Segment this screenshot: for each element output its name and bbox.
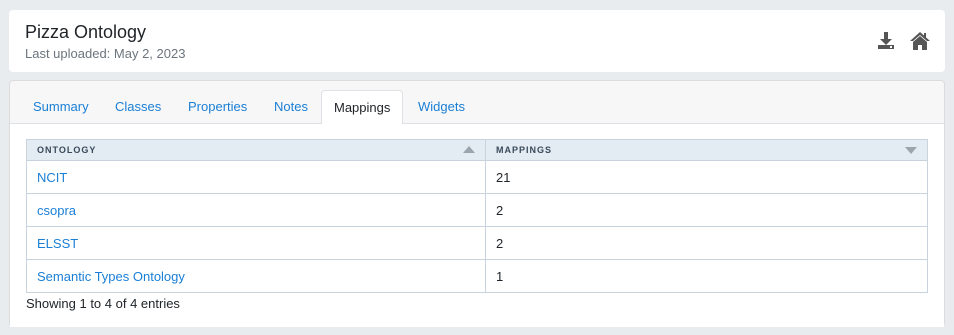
header-actions [875,30,931,52]
table-row: NCIT 21 [26,160,928,194]
column-header-ontology[interactable]: ONTOLOGY [26,139,486,161]
tab-classes[interactable]: Classes [103,90,173,124]
column-header-label: ONTOLOGY [37,145,97,155]
table-info: Showing 1 to 4 of 4 entries [26,296,180,311]
ontology-link[interactable]: NCIT [37,170,67,185]
column-header-mappings[interactable]: MAPPINGS [485,139,928,161]
download-icon[interactable] [875,30,897,52]
tab-properties[interactable]: Properties [176,90,259,124]
mappings-count: 1 [485,259,928,293]
last-uploaded-text: Last uploaded: May 2, 2023 [25,46,186,61]
ontology-link[interactable]: Semantic Types Ontology [37,269,185,284]
page-title: Pizza Ontology [25,22,147,42]
ontology-header: Pizza Ontology Last uploaded: May 2, 202… [9,10,945,72]
mappings-count: 2 [485,226,928,260]
sort-descending-icon [905,147,917,154]
mappings-table: ONTOLOGY MAPPINGS NCIT 21 csopra 2 ELSST… [26,139,928,293]
table-row: csopra 2 [26,193,928,227]
tab-notes[interactable]: Notes [262,90,320,124]
ontology-cell: Semantic Types Ontology [26,259,486,293]
tab-widgets[interactable]: Widgets [406,90,477,124]
tab-summary[interactable]: Summary [21,90,101,124]
ontology-cell: NCIT [26,160,486,194]
content-card: Summary Classes Properties Notes Mapping… [9,80,945,327]
ontology-cell: csopra [26,193,486,227]
table-row: Semantic Types Ontology 1 [26,259,928,293]
ontology-link[interactable]: ELSST [37,236,78,251]
mappings-count: 2 [485,193,928,227]
mappings-count: 21 [485,160,928,194]
mappings-panel: ONTOLOGY MAPPINGS NCIT 21 csopra 2 ELSST… [10,124,944,327]
ontology-link[interactable]: csopra [37,203,76,218]
ontology-cell: ELSST [26,226,486,260]
table-row: ELSST 2 [26,226,928,260]
tab-mappings[interactable]: Mappings [321,90,404,125]
sort-ascending-icon [463,146,475,153]
tab-bar: Summary Classes Properties Notes Mapping… [10,90,944,125]
column-header-label: MAPPINGS [496,145,553,155]
home-icon[interactable] [909,30,931,52]
